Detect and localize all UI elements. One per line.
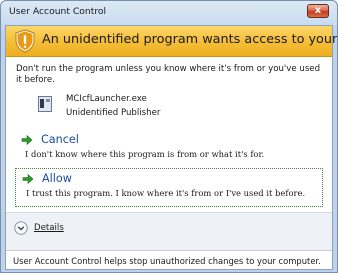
green-arrow-icon [21, 134, 33, 146]
shield-icon [15, 29, 35, 53]
chevron-down-icon[interactable] [14, 221, 28, 235]
title-bar[interactable]: User Account Control x [1, 1, 337, 25]
cancel-option[interactable]: Cancel I don't know where this program i… [15, 131, 323, 165]
cancel-description: I don't know where this program is from … [25, 149, 265, 159]
window-title: User Account Control [9, 6, 107, 17]
banner-heading: An unidentified program wants access to … [42, 32, 338, 47]
allow-option[interactable]: Allow I trust this program. I know where… [15, 168, 323, 207]
details-section: Details [6, 212, 332, 251]
program-name: MCIcfLauncher.exe [66, 94, 147, 104]
details-link[interactable]: Details [34, 223, 64, 233]
app-icon [38, 96, 52, 112]
green-arrow-icon [22, 173, 34, 185]
warning-message: Don't run the program unless you know wh… [16, 64, 321, 85]
program-publisher: Unidentified Publisher [66, 108, 161, 118]
footer-text: User Account Control helps stop unauthor… [13, 256, 321, 266]
dialog-body: An unidentified program wants access to … [5, 25, 337, 270]
uac-dialog: User Account Control x An unidentified p… [0, 0, 338, 273]
cancel-title: Cancel [41, 133, 79, 146]
allow-title: Allow [42, 172, 72, 185]
warning-banner: An unidentified program wants access to … [6, 26, 337, 57]
close-icon: x [314, 5, 322, 16]
close-button[interactable]: x [307, 4, 329, 18]
allow-description: I trust this program. I know where it's … [26, 188, 306, 198]
